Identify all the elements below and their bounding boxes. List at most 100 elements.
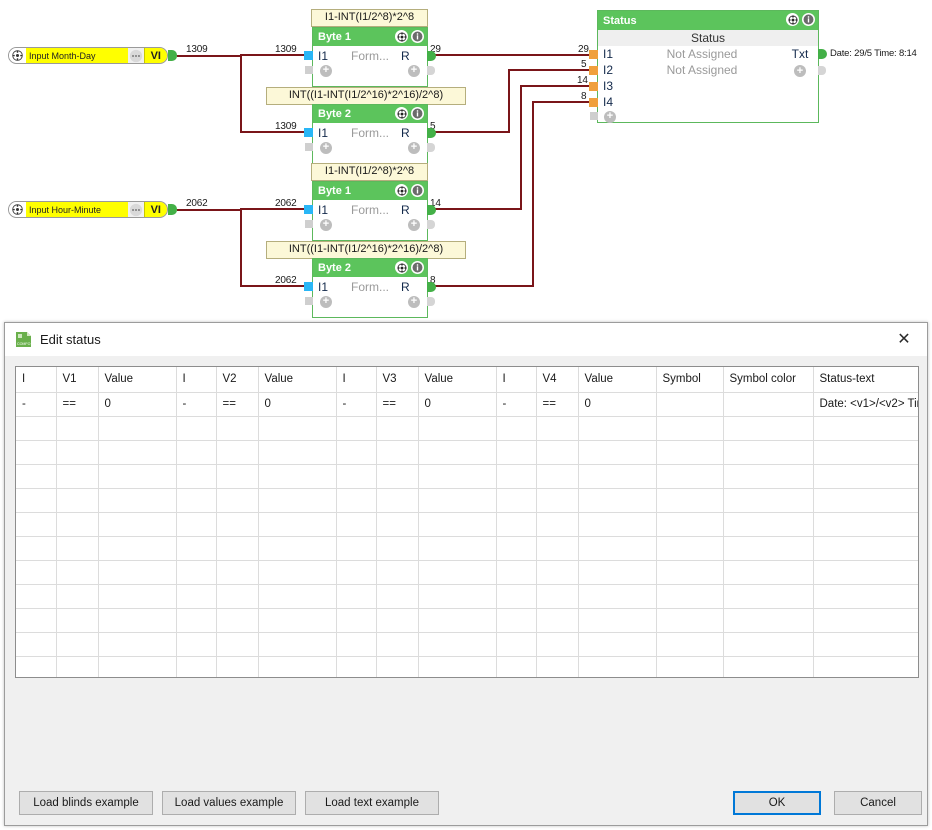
table-cell[interactable] bbox=[723, 560, 814, 585]
output-connector[interactable] bbox=[427, 127, 436, 138]
table-header-cell[interactable]: Symbol bbox=[656, 367, 724, 393]
table-cell[interactable] bbox=[258, 416, 337, 441]
table-cell[interactable] bbox=[336, 440, 377, 465]
table-cell[interactable]: - bbox=[336, 392, 377, 417]
table-cell[interactable] bbox=[56, 632, 99, 657]
table-cell[interactable] bbox=[376, 632, 419, 657]
output-connector[interactable] bbox=[427, 204, 436, 215]
table-cell[interactable] bbox=[418, 512, 497, 537]
table-cell[interactable]: 0 bbox=[578, 392, 657, 417]
table-cell[interactable] bbox=[813, 536, 918, 561]
table-cell[interactable]: 0 bbox=[258, 392, 337, 417]
load-blinds-example-button[interactable]: Load blinds example bbox=[19, 791, 153, 815]
output-connector-inactive[interactable] bbox=[427, 66, 435, 75]
table-cell[interactable] bbox=[336, 488, 377, 513]
status-port-row[interactable]: I3 bbox=[589, 78, 818, 94]
table-cell[interactable] bbox=[176, 560, 217, 585]
load-values-example-button[interactable]: Load values example bbox=[162, 791, 296, 815]
add-input-icon[interactable]: + bbox=[604, 111, 616, 123]
table-cell[interactable] bbox=[258, 440, 337, 465]
table-cell[interactable] bbox=[496, 464, 537, 489]
table-cell[interactable] bbox=[176, 656, 217, 677]
table-cell[interactable] bbox=[656, 608, 724, 633]
add-input-icon[interactable]: + bbox=[320, 296, 332, 308]
table-row[interactable] bbox=[16, 440, 918, 465]
output-connector[interactable] bbox=[427, 50, 436, 61]
ok-button[interactable]: OK bbox=[733, 791, 821, 815]
table-header-cell[interactable]: I bbox=[176, 367, 217, 393]
table-cell[interactable] bbox=[258, 488, 337, 513]
table-cell[interactable] bbox=[418, 536, 497, 561]
table-cell[interactable] bbox=[56, 560, 99, 585]
table-cell[interactable] bbox=[336, 608, 377, 633]
table-cell[interactable] bbox=[176, 416, 217, 441]
input-connector-inactive[interactable] bbox=[305, 297, 313, 305]
table-header-cell[interactable]: I bbox=[496, 367, 537, 393]
input-block-hour-minute[interactable]: Input Hour-Minute VI bbox=[8, 201, 168, 218]
gear-icon[interactable] bbox=[395, 184, 408, 197]
table-cell[interactable] bbox=[376, 488, 419, 513]
table-cell[interactable]: 0 bbox=[418, 392, 497, 417]
table-cell[interactable] bbox=[16, 632, 57, 657]
table-cell[interactable] bbox=[656, 440, 724, 465]
table-cell[interactable] bbox=[723, 488, 814, 513]
table-cell[interactable] bbox=[496, 632, 537, 657]
add-input-icon[interactable]: + bbox=[320, 219, 332, 231]
gear-icon[interactable] bbox=[786, 13, 799, 26]
table-header-cell[interactable]: I bbox=[16, 367, 57, 393]
table-cell[interactable] bbox=[813, 584, 918, 609]
input-connector[interactable] bbox=[304, 51, 313, 60]
node-header[interactable]: Byte 2 bbox=[313, 105, 427, 123]
status-conditions-table-wrapper[interactable]: I V1 Value I V2 Value I V3 Value I V4 Value Symbol Sy… bbox=[15, 366, 919, 678]
table-cell[interactable] bbox=[536, 584, 579, 609]
table-cell[interactable]: == bbox=[536, 392, 579, 417]
table-cell[interactable] bbox=[496, 416, 537, 441]
table-cell[interactable] bbox=[496, 488, 537, 513]
table-cell[interactable] bbox=[723, 536, 814, 561]
table-cell[interactable] bbox=[723, 416, 814, 441]
table-cell[interactable] bbox=[216, 560, 259, 585]
add-output-icon[interactable]: + bbox=[408, 296, 420, 308]
status-node[interactable]: Status Status I1 Not Assigned Txt I2 Not… bbox=[589, 10, 827, 123]
status-port-row[interactable]: I4 bbox=[589, 94, 818, 110]
table-cell[interactable] bbox=[496, 512, 537, 537]
table-cell[interactable] bbox=[536, 464, 579, 489]
table-cell[interactable] bbox=[216, 584, 259, 609]
table-cell[interactable] bbox=[813, 608, 918, 633]
table-row[interactable] bbox=[16, 608, 918, 633]
table-header-cell[interactable]: Symbol color bbox=[723, 367, 814, 393]
table-cell[interactable] bbox=[723, 392, 814, 417]
table-cell[interactable] bbox=[376, 464, 419, 489]
table-row[interactable] bbox=[16, 560, 918, 585]
table-header-cell[interactable]: V3 bbox=[376, 367, 419, 393]
status-port-row[interactable]: I2 Not Assigned + bbox=[589, 62, 826, 78]
table-cell[interactable] bbox=[813, 512, 918, 537]
table-cell[interactable] bbox=[216, 488, 259, 513]
node-header[interactable]: Byte 1 bbox=[313, 182, 427, 200]
table-cell[interactable] bbox=[376, 512, 419, 537]
output-connector-inactive[interactable] bbox=[818, 66, 826, 75]
table-cell[interactable] bbox=[98, 416, 177, 441]
table-cell[interactable] bbox=[56, 416, 99, 441]
table-row[interactable] bbox=[16, 584, 918, 609]
table-cell[interactable] bbox=[578, 488, 657, 513]
table-cell[interactable] bbox=[176, 440, 217, 465]
table-cell[interactable] bbox=[56, 512, 99, 537]
table-cell[interactable] bbox=[813, 416, 918, 441]
table-cell[interactable] bbox=[56, 584, 99, 609]
table-cell[interactable] bbox=[336, 560, 377, 585]
table-cell[interactable] bbox=[578, 584, 657, 609]
input-connector[interactable] bbox=[589, 50, 598, 59]
table-cell[interactable] bbox=[98, 656, 177, 677]
table-cell[interactable] bbox=[656, 656, 724, 677]
formula-node-byte1-top[interactable]: Byte 1 I1 Form... R + + bbox=[304, 27, 436, 87]
add-output-icon[interactable]: + bbox=[782, 63, 818, 77]
table-cell[interactable] bbox=[813, 560, 918, 585]
table-cell[interactable] bbox=[376, 560, 419, 585]
table-cell[interactable] bbox=[16, 536, 57, 561]
load-text-example-button[interactable]: Load text example bbox=[305, 791, 439, 815]
table-cell[interactable] bbox=[176, 512, 217, 537]
table-cell[interactable] bbox=[176, 464, 217, 489]
table-cell[interactable] bbox=[56, 464, 99, 489]
table-cell[interactable] bbox=[216, 656, 259, 677]
